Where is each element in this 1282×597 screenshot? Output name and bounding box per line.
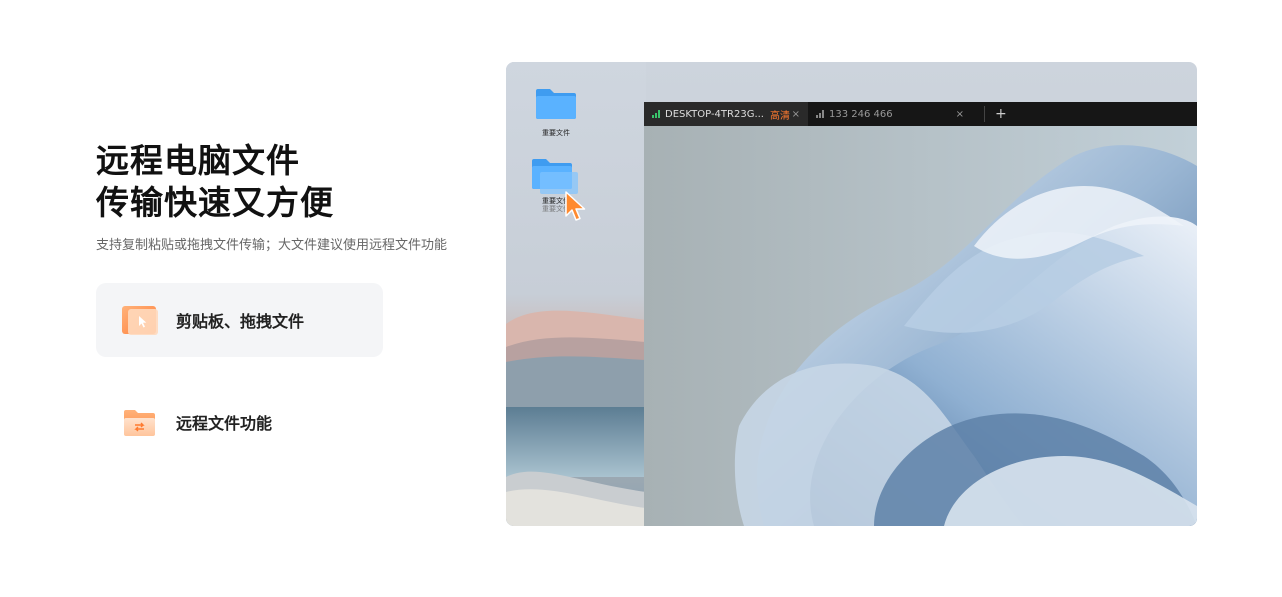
feature-remote-file[interactable]: 远程文件功能 — [96, 385, 383, 459]
desktop-folder-1[interactable]: 重要文件 — [526, 86, 586, 138]
preview-illustration: 重要文件 重要文件 重要文件 DESKTOP-4TR23G... 高清 × 13… — [506, 62, 1197, 526]
session-tab-desktop[interactable]: DESKTOP-4TR23G... 高清 × — [644, 102, 808, 126]
cursor-arrow-icon — [565, 191, 586, 221]
remote-desktop-window: DESKTOP-4TR23G... 高清 × 133 246 466 × + — [644, 102, 1197, 526]
desktop-folder-1-label: 重要文件 — [542, 129, 570, 137]
session-tab-desktop-name: DESKTOP-4TR23G... — [665, 108, 764, 120]
subtitle: 支持复制粘贴或拖拽文件传输；大文件建议使用远程文件功能 — [96, 238, 448, 253]
close-icon[interactable]: × — [956, 109, 964, 120]
headline: 远程电脑文件 传输快速又方便 — [96, 140, 496, 224]
feature-remote-file-label: 远程文件功能 — [176, 414, 273, 433]
remote-file-folder-icon — [120, 404, 160, 440]
folder-icon — [536, 89, 576, 119]
signal-icon — [816, 110, 824, 118]
headline-line-1: 远程电脑文件 — [96, 141, 300, 180]
session-tab-bar: DESKTOP-4TR23G... 高清 × 133 246 466 × + — [644, 102, 1197, 126]
add-tab-button[interactable]: + — [984, 106, 1007, 122]
clipboard-drag-icon — [120, 302, 160, 338]
signal-icon — [652, 110, 660, 118]
feature-section: 远程电脑文件 传输快速又方便 支持复制粘贴或拖拽文件传输；大文件建议使用远程文件… — [96, 140, 496, 256]
feature-clipboard-drag-label: 剪贴板、拖拽文件 — [176, 312, 305, 331]
close-icon[interactable]: × — [792, 109, 800, 120]
quality-badge: 高清 — [769, 110, 790, 122]
remote-wallpaper — [644, 126, 1197, 526]
session-tab-id-name: 133 246 466 — [829, 108, 893, 120]
session-tab-id[interactable]: 133 246 466 × — [808, 102, 972, 126]
headline-line-2: 传输快速又方便 — [96, 183, 334, 222]
feature-clipboard-drag[interactable]: 剪贴板、拖拽文件 — [96, 283, 383, 357]
